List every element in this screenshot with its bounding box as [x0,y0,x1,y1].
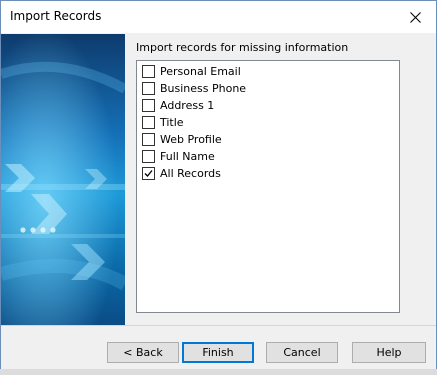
window-title: Import Records [10,9,102,23]
checklist-item-personal-email[interactable]: Personal Email [142,63,241,79]
cancel-button[interactable]: Cancel [266,342,338,363]
back-button[interactable]: < Back [107,342,179,363]
checklist-item-title[interactable]: Title [142,114,184,130]
checklist-item-full-name[interactable]: Full Name [142,148,215,164]
checkbox[interactable] [142,132,155,146]
checklist-item-label: Title [160,115,184,129]
footer-divider [1,325,436,326]
checkbox[interactable] [142,115,155,129]
checklist-item-business-phone[interactable]: Business Phone [142,80,246,96]
finish-button[interactable]: Finish [182,342,254,363]
records-checklist[interactable]: Personal Email Business Phone Address 1 … [136,60,400,313]
title-bar: Import Records [1,1,436,33]
close-icon [409,11,421,23]
checkbox[interactable] [142,98,155,112]
checklist-item-label: All Records [160,166,221,180]
import-records-dialog: Import Records Import records for missin… [0,0,437,375]
close-button[interactable] [394,1,436,33]
checklist-item-address-1[interactable]: Address 1 [142,97,214,113]
checklist-item-all-records[interactable]: All Records [142,165,221,181]
checkbox[interactable] [142,64,155,78]
checklist-item-label: Full Name [160,149,215,163]
checklist-item-web-profile[interactable]: Web Profile [142,131,222,147]
checklist-item-label: Address 1 [160,98,215,112]
background-strip [0,369,437,375]
checkbox[interactable] [142,166,155,180]
checklist-item-label: Business Phone [160,81,247,95]
help-button[interactable]: Help [352,342,426,363]
checklist-item-label: Web Profile [160,132,222,146]
checkbox[interactable] [142,149,155,163]
wizard-banner-image [1,34,125,325]
checklist-item-label: Personal Email [160,64,241,78]
checkmark-icon [144,169,153,177]
import-records-label: Import records for missing information [136,41,349,54]
checkbox[interactable] [142,81,155,95]
